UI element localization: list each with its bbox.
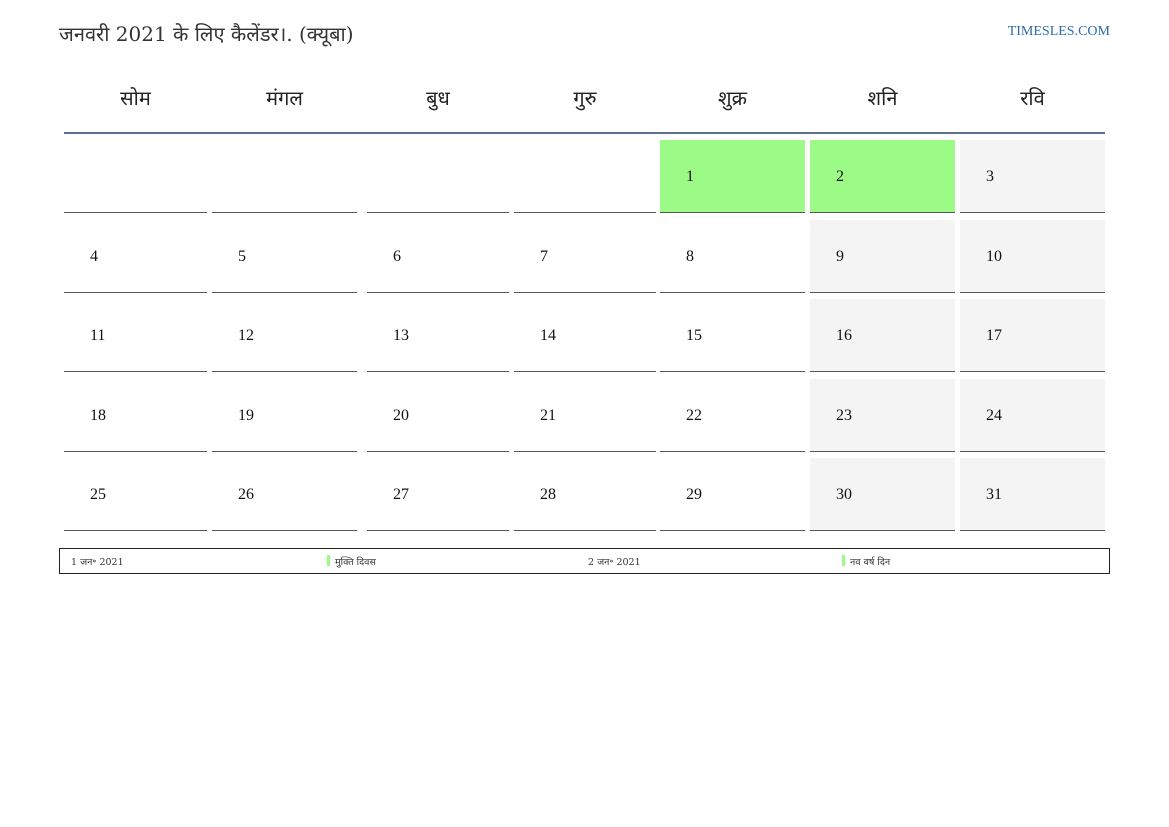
empty-day-cell: [212, 140, 357, 213]
day-cell[interactable]: 2: [810, 140, 955, 213]
week-row: 1 2 3: [64, 134, 1105, 214]
day-number: 2: [836, 168, 844, 185]
weekday-fri: शुक्र: [718, 86, 747, 110]
day-cell[interactable]: 13: [367, 299, 509, 373]
day-number: 25: [90, 486, 106, 504]
day-cell[interactable]: 21: [514, 379, 656, 452]
site-link[interactable]: TIMESLES.COM: [1008, 24, 1110, 40]
day-number: 19: [238, 406, 254, 424]
day-cell[interactable]: 23: [810, 378, 955, 452]
day-number: 17: [986, 327, 1002, 345]
legend-name-1: मुक्ति दिवस: [335, 557, 376, 568]
day-cell[interactable]: 19: [212, 379, 357, 452]
weekday-sun: रवि: [1020, 86, 1045, 110]
empty-day-cell: [514, 140, 656, 213]
weekday-thu: गुरु: [573, 86, 597, 110]
holiday-legend: 1 जन॰ 2021 मुक्ति दिवस 2 जन॰ 2021 नव वर्…: [59, 548, 1110, 574]
day-cell[interactable]: 24: [960, 378, 1105, 452]
day-cell[interactable]: 29: [660, 458, 805, 532]
day-cell[interactable]: 3: [960, 140, 1105, 213]
legend-date-1: 1 जन॰ 2021: [71, 557, 124, 568]
legend-date-2: 2 जन॰ 2021: [588, 557, 641, 568]
day-cell[interactable]: 26: [212, 458, 357, 532]
day-number: 18: [90, 406, 106, 424]
day-cell[interactable]: 5: [212, 220, 357, 293]
day-number: 12: [238, 327, 254, 345]
day-cell[interactable]: 11: [64, 299, 207, 373]
day-number: 13: [393, 327, 409, 345]
day-cell[interactable]: 27: [367, 458, 509, 532]
day-cell[interactable]: 25: [64, 458, 207, 532]
legend-name-2: नव वर्ष दिन: [850, 557, 891, 568]
day-cell[interactable]: 12: [212, 299, 357, 373]
day-cell[interactable]: 10: [960, 219, 1105, 293]
legend-marker-1: [327, 555, 330, 566]
day-cell[interactable]: 16: [810, 299, 955, 373]
day-number: 28: [540, 486, 556, 504]
week-row: 18 19 20 21 22 23 24: [64, 373, 1105, 453]
day-cell[interactable]: 7: [514, 220, 656, 293]
week-row: 4 5 6 7 8 9 10: [64, 214, 1105, 294]
day-number: 9: [836, 247, 844, 265]
day-number: 5: [238, 247, 246, 265]
day-number: 21: [540, 406, 556, 424]
day-number: 24: [986, 406, 1002, 424]
week-row: 11 12 13 14 15 16 17: [64, 293, 1105, 373]
day-cell[interactable]: 8: [660, 220, 805, 293]
day-number: 27: [393, 486, 409, 504]
weekday-wed: बुध: [426, 86, 450, 110]
day-cell[interactable]: 14: [514, 299, 656, 373]
day-number: 23: [836, 406, 852, 424]
day-cell[interactable]: 22: [660, 379, 805, 452]
day-number: 3: [986, 168, 994, 185]
page-title: जनवरी 2021 के लिए कैलेंडर।. (क्यूबा): [59, 22, 354, 46]
day-cell[interactable]: 6: [367, 220, 509, 293]
day-number: 31: [986, 486, 1002, 504]
weekday-sat: शनि: [867, 86, 898, 110]
day-number: 6: [393, 247, 401, 265]
day-number: 1: [686, 168, 694, 185]
day-number: 15: [686, 327, 702, 345]
day-cell[interactable]: 18: [64, 379, 207, 452]
day-cell[interactable]: 28: [514, 458, 656, 532]
day-number: 7: [540, 247, 548, 265]
week-rows: 1 2 3 4 5 6 7 8 9 10 11 12 13 14 15 16 17 18 19 20 21 22 23 24 2…: [64, 134, 1105, 532]
day-number: 16: [836, 327, 852, 345]
weekday-header-row: सोम मंगल बुध गुरु शुक्र शनि रवि: [64, 62, 1105, 134]
day-cell[interactable]: 4: [64, 220, 207, 293]
calendar-grid: सोम मंगल बुध गुरु शुक्र शनि रवि 12345678…: [64, 62, 1105, 532]
day-cell[interactable]: 15: [660, 299, 805, 373]
day-number: 29: [686, 486, 702, 504]
day-cell[interactable]: 20: [367, 379, 509, 452]
empty-day-cell: [64, 140, 207, 213]
day-cell[interactable]: 30: [810, 458, 955, 532]
day-number: 26: [238, 486, 254, 504]
day-number: 10: [986, 247, 1002, 265]
day-number: 30: [836, 486, 852, 504]
day-number: 22: [686, 406, 702, 424]
legend-marker-2: [842, 555, 845, 566]
day-number: 11: [90, 327, 106, 345]
weekday-tue: मंगल: [266, 86, 303, 110]
day-cell[interactable]: 1: [660, 140, 805, 213]
week-row: 25 26 27 28 29 30 31: [64, 452, 1105, 532]
day-number: 20: [393, 406, 409, 424]
day-cell[interactable]: 31: [960, 458, 1105, 532]
day-cell[interactable]: 9: [810, 219, 955, 293]
day-number: 8: [686, 247, 694, 265]
day-cell[interactable]: 17: [960, 299, 1105, 373]
weekday-mon: सोम: [120, 86, 151, 110]
day-number: 4: [90, 247, 98, 265]
empty-day-cell: [367, 140, 509, 213]
day-number: 14: [540, 327, 556, 345]
